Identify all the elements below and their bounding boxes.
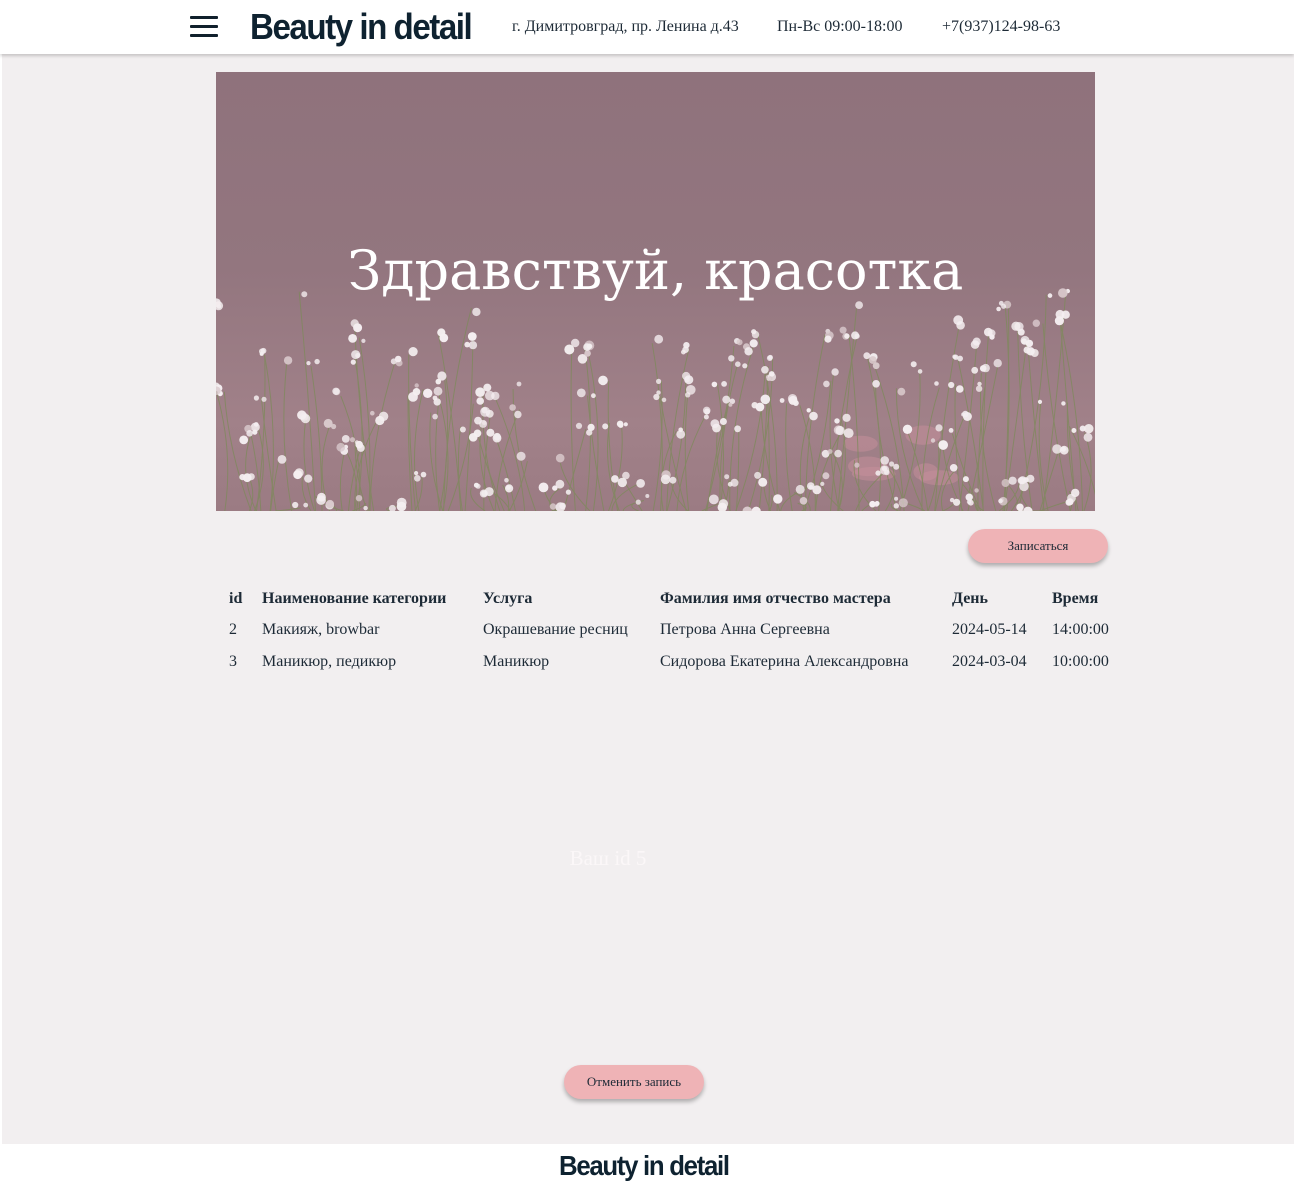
table-header-row: id Наименование категории Услуга Фамилия…: [222, 584, 1119, 614]
cell-id: 2: [229, 621, 237, 638]
cell-day: 2024-05-14: [952, 621, 1027, 638]
appointments-table: id Наименование категории Услуга Фамилия…: [222, 584, 1119, 678]
column-header-master: Фамилия имя отчество мастера: [660, 590, 891, 607]
cell-master: Сидорова Екатерина Александровна: [660, 653, 909, 670]
site-footer: Beauty in detail: [0, 1144, 1294, 1188]
cancel-appointment-button[interactable]: Отменить запись: [564, 1065, 704, 1099]
main-content: Здравствуй, красотка Записаться id Наиме…: [2, 54, 1294, 1144]
cell-master: Петрова Анна Сергеевна: [660, 621, 830, 638]
brand-logo[interactable]: Beauty in detail: [250, 6, 473, 48]
column-header-category: Наименование категории: [262, 590, 447, 607]
menu-icon-bar: [190, 16, 218, 19]
column-header-service: Услуга: [483, 590, 533, 607]
cell-time: 14:00:00: [1052, 621, 1109, 638]
hero-banner: Здравствуй, красотка: [216, 72, 1095, 511]
phone-number[interactable]: +7(937)124-98-63: [942, 17, 1060, 37]
hamburger-menu-icon[interactable]: [190, 14, 218, 40]
table-row: 2 Макияж, browbar Окрашевание ресниц Пет…: [222, 614, 1119, 646]
cell-id: 3: [229, 653, 237, 670]
menu-icon-bar: [190, 25, 218, 28]
footer-brand-logo: Beauty in detail: [559, 1150, 730, 1181]
cell-service: Окрашевание ресниц: [483, 621, 628, 638]
cell-time: 10:00:00: [1052, 653, 1109, 670]
column-header-time: Время: [1052, 590, 1099, 607]
table-row: 3 Маникюр, педикюр Маникюр Сидорова Екат…: [222, 646, 1119, 678]
column-header-day: День: [952, 590, 988, 607]
menu-icon-bar: [190, 34, 218, 37]
cell-day: 2024-03-04: [952, 653, 1027, 670]
hero-title: Здравствуй, красотка: [347, 239, 964, 302]
cell-category: Макияж, browbar: [262, 621, 380, 638]
site-header: Beauty in detail г. Димитровград, пр. Ле…: [0, 0, 1294, 54]
cell-category: Маникюр, педикюр: [262, 653, 397, 670]
your-id-text: Ваш id 5: [569, 846, 647, 870]
column-header-id: id: [229, 590, 243, 607]
signup-button[interactable]: Записаться: [968, 529, 1108, 563]
working-hours: Пн-Вс 09:00-18:00: [777, 18, 903, 35]
cell-service: Маникюр: [483, 653, 550, 670]
salon-address: г. Димитровград, пр. Ленина д.43: [512, 18, 739, 35]
